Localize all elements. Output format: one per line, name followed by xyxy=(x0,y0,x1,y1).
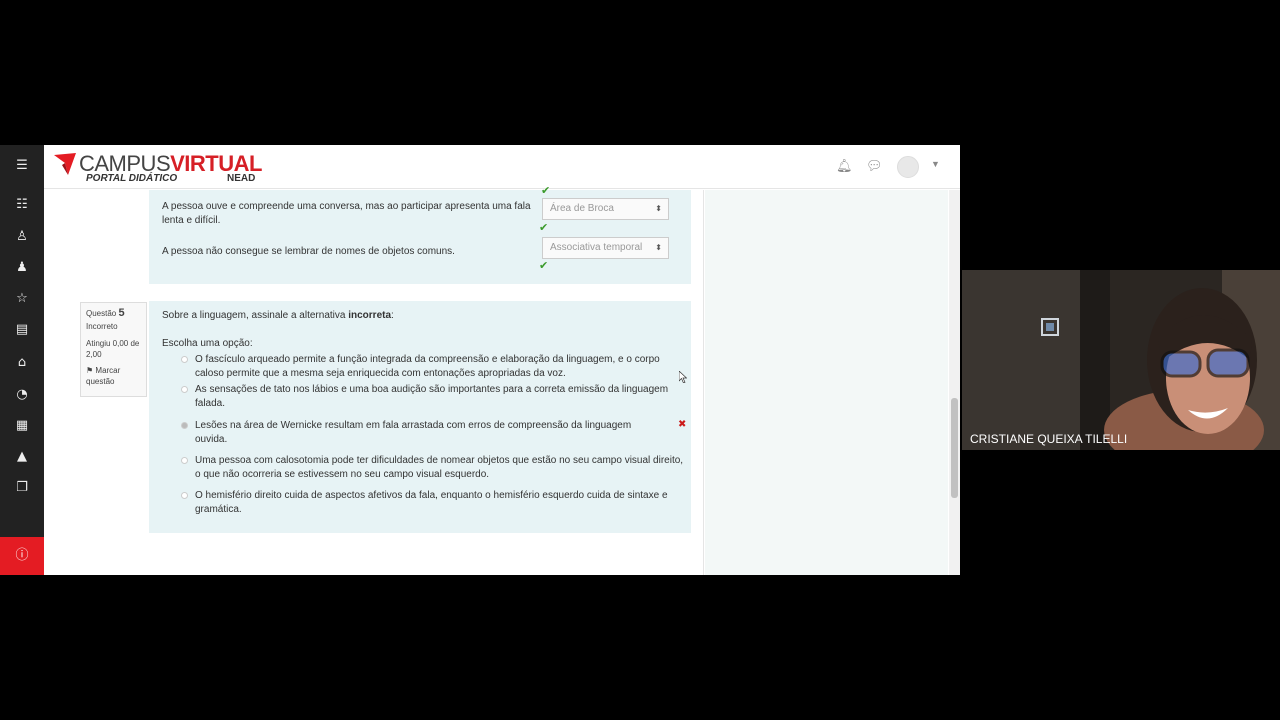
question-prompt: Sobre a linguagem, assinale a alternativ… xyxy=(162,310,394,321)
right-block-region xyxy=(705,190,948,575)
avatar[interactable] xyxy=(897,156,919,178)
logo-nead: NEAD xyxy=(227,173,256,184)
campus-virtual-logo[interactable]: CAMPUSVIRTUAL PORTAL DIDÁTICO NEAD xyxy=(52,151,262,185)
select-arrows-icon: ⬍ xyxy=(655,204,662,213)
option-text: Lesões na área de Wernicke resultam em f… xyxy=(195,420,632,445)
match-select[interactable]: Associativa temporal ⬍ xyxy=(542,237,669,259)
prev-question-box: ✔ A pessoa ouve e compreende uma convers… xyxy=(149,184,691,284)
hamburger-menu-icon[interactable]: ☰ xyxy=(12,156,32,176)
chat-icon[interactable]: 💬︎ xyxy=(866,159,883,174)
question-info-box: Questão 5 Incorreto Atingiu 0,00 de 2,00… xyxy=(80,302,147,397)
documents-icon[interactable]: ❐ xyxy=(12,478,32,498)
option-radio[interactable] xyxy=(181,457,188,464)
flag-icon: ⚑ xyxy=(86,366,94,375)
graduation-cap-icon[interactable]: ▲ xyxy=(12,447,32,467)
video-call-stage: ☰ ☷ ♙ ♟ ☆ ▤ ⌂ ◔ ▦ ▲ ❐ ⓘ CAMPUSVIRTUAL PO… xyxy=(0,0,1280,720)
option-text: O fascículo arqueado permite a função in… xyxy=(195,354,660,379)
option-text: As sensações de tato nos lábios e uma bo… xyxy=(195,384,669,409)
option-radio[interactable] xyxy=(181,356,188,363)
quiz-review-column: ✔ A pessoa ouve e compreende uma convers… xyxy=(56,184,704,575)
check-icon: ✔ xyxy=(539,259,549,272)
option-radio[interactable] xyxy=(181,492,188,499)
calendar-icon[interactable]: ▦ xyxy=(12,416,32,436)
option-radio[interactable] xyxy=(181,386,188,393)
list-icon[interactable]: ☷ xyxy=(12,195,32,215)
dashboard-icon[interactable]: ◔ xyxy=(12,385,32,405)
scrollbar-thumb[interactable] xyxy=(951,398,958,498)
star-icon[interactable]: ☆ xyxy=(12,289,32,309)
match-item-text: A pessoa não consegue se lembrar de nome… xyxy=(162,246,455,257)
flag-question-link[interactable]: ⚑ Marcar questão xyxy=(86,365,141,387)
participant-name: CRISTIANE QUEIXA TILELLI xyxy=(970,432,1128,446)
logo-subtitle: PORTAL DIDÁTICO xyxy=(86,173,178,184)
match-item-text: A pessoa ouve e compreende uma conversa,… xyxy=(162,201,531,226)
chevron-down-icon[interactable]: ▼ xyxy=(931,159,940,169)
participant-video-image xyxy=(962,270,1280,450)
logo-mark-icon xyxy=(54,153,76,175)
question-number: 5 xyxy=(118,307,125,319)
users-icon[interactable]: ♟ xyxy=(12,258,32,278)
bell-icon[interactable]: 🔔︎ xyxy=(836,159,853,174)
incorrect-x-icon: ✖ xyxy=(678,419,687,430)
check-icon: ✔ xyxy=(539,221,549,234)
home-icon[interactable]: ⌂ xyxy=(12,353,32,373)
choose-option-label: Escolha uma opção: xyxy=(162,338,253,349)
option-text: Uma pessoa com calosotomia pode ter difi… xyxy=(195,455,684,480)
question-state: Incorreto xyxy=(86,322,118,331)
select-arrows-icon: ⬍ xyxy=(655,243,662,252)
participant-video-tile: CRISTIANE QUEIXA TILELLI xyxy=(962,270,1280,450)
check-icon: ✔ xyxy=(541,184,551,197)
page-content: ✔ A pessoa ouve e compreende uma convers… xyxy=(44,184,960,575)
page-scrollbar[interactable] xyxy=(949,190,960,575)
match-select[interactable]: Área de Broca ⬍ xyxy=(542,198,669,220)
shared-screen: ☰ ☷ ♙ ♟ ☆ ▤ ⌂ ◔ ▦ ▲ ❐ ⓘ CAMPUSVIRTUAL PO… xyxy=(0,145,960,575)
user-search-icon[interactable]: ♙ xyxy=(12,227,32,247)
info-icon[interactable]: ⓘ xyxy=(0,537,44,575)
option-text: O hemisfério direito cuida de aspectos a… xyxy=(195,490,668,515)
sidebar: ☰ ☷ ♙ ♟ ☆ ▤ ⌂ ◔ ▦ ▲ ❐ ⓘ xyxy=(0,145,44,575)
question-label: Questão xyxy=(86,309,117,318)
option-radio-selected[interactable] xyxy=(181,422,188,429)
book-icon[interactable]: ▤ xyxy=(12,320,32,340)
top-navbar: CAMPUSVIRTUAL PORTAL DIDÁTICO NEAD 🔔︎ 💬︎… xyxy=(44,145,960,189)
mouse-cursor-icon xyxy=(679,371,687,383)
question-grade: Atingiu 0,00 de 2,00 xyxy=(86,339,140,359)
